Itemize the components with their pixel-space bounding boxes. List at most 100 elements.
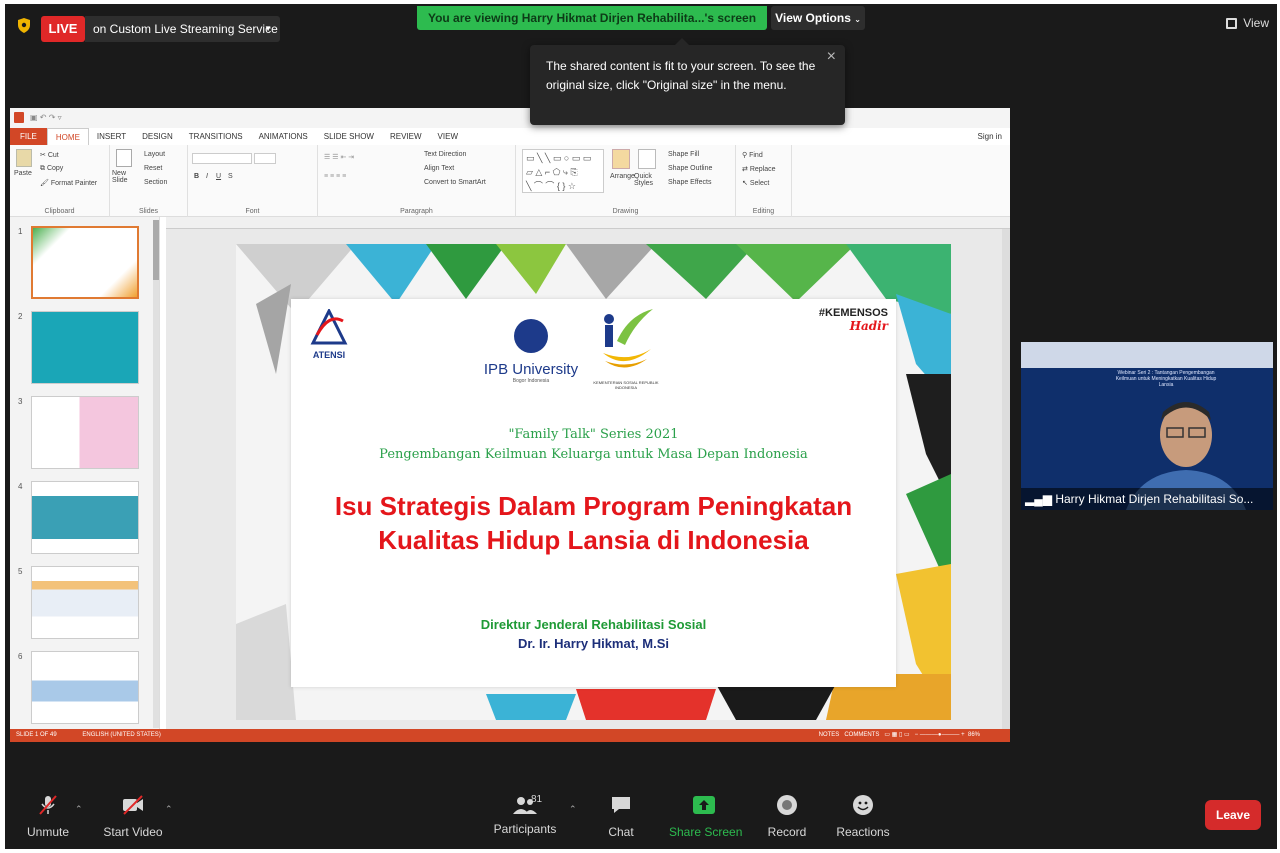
chat-button[interactable]: Chat	[603, 794, 639, 839]
view-mode-icons[interactable]: ▭ ▦ ▯ ▭	[884, 732, 909, 738]
bullets-icon[interactable]: ☰ ☰ ⇤ ⇥	[324, 153, 354, 161]
shape-fill-button[interactable]: Shape Fill	[668, 151, 699, 158]
chat-bubble-icon	[612, 797, 630, 813]
clipboard-group: Paste ✂ Cut ⧉ Copy 🖌 Format Painter Clip…	[10, 145, 110, 217]
slide-thumbnail-3[interactable]	[31, 396, 139, 469]
reactions-label: Reactions	[836, 825, 890, 839]
webinar-banner	[1021, 342, 1273, 368]
tab-view[interactable]: VIEW	[430, 128, 466, 145]
ppt-title-bar: ▣ ↶ ↷ ▿	[10, 108, 1010, 128]
slides-group: New Slide Layout Reset Section Slides	[110, 145, 188, 217]
cut-button[interactable]: ✂ Cut	[40, 151, 59, 159]
view-button[interactable]: View	[1226, 16, 1269, 30]
shapes-gallery[interactable]: ▭ ╲ ╲ ▭ ○ ▭ ▭ ▱ △ ⌐ ⬠ ⤷ ⎘ ╲ ⌒ ⌒ { } ☆	[522, 149, 604, 193]
participants-button[interactable]: 81 Participants	[491, 794, 559, 836]
kemensos-mark-icon	[603, 309, 653, 368]
slide-editing-area: ATENSI IPB University Bogor Indonesia KE…	[166, 229, 1010, 729]
quick-styles-button[interactable]: Quick Styles	[634, 173, 662, 187]
view-options-button[interactable]: View Options ⌄	[771, 6, 865, 30]
tab-review[interactable]: REVIEW	[382, 128, 430, 145]
align-icons[interactable]: ≡ ≡ ≡ ≡	[324, 173, 346, 180]
share-screen-button[interactable]: Share Screen	[669, 794, 742, 839]
underline-button[interactable]: U	[216, 173, 221, 180]
italic-button[interactable]: I	[206, 173, 208, 180]
convert-smartart-button[interactable]: Convert to SmartArt	[424, 179, 486, 186]
tab-slide-show[interactable]: SLIDE SHOW	[316, 128, 382, 145]
new-slide-button[interactable]: New Slide	[112, 170, 140, 184]
tab-animations[interactable]: ANIMATIONS	[251, 128, 316, 145]
tab-design[interactable]: DESIGN	[134, 128, 181, 145]
thumbnails-scrollbar[interactable]	[153, 220, 159, 728]
viewing-screen-banner: You are viewing Harry Hikmat Dirjen Reha…	[417, 6, 767, 30]
slide-thumbnail-4[interactable]	[31, 481, 139, 554]
chevron-up-icon[interactable]: ⌃	[569, 804, 577, 815]
ipb-logo: IPB University Bogor Indonesia	[481, 319, 581, 384]
copy-button[interactable]: ⧉ Copy	[40, 165, 63, 173]
reactions-button[interactable]: Reactions	[835, 794, 891, 839]
ppt-ribbon: Paste ✂ Cut ⧉ Copy 🖌 Format Painter Clip…	[10, 145, 1010, 217]
slide-thumbnail-1[interactable]	[31, 226, 139, 299]
slide-title-line-1: Isu Strategis Dalam Program Peningkatan	[334, 491, 853, 521]
fit-screen-tooltip: The shared content is fit to your screen…	[530, 38, 845, 125]
slide-thumbnails-pane: 1 2 3 4 5 6	[10, 217, 160, 729]
chevron-up-icon[interactable]: ⌃	[165, 804, 173, 815]
security-shield-icon[interactable]	[18, 18, 30, 33]
slide-scrollbar[interactable]	[1002, 229, 1010, 729]
slide-thumbnail-6[interactable]	[31, 651, 139, 724]
close-icon[interactable]: ×	[827, 47, 836, 66]
participants-count: 81	[531, 794, 543, 805]
zoom-level: 86%	[967, 732, 980, 738]
tab-insert[interactable]: INSERT	[89, 128, 134, 145]
align-text-button[interactable]: Align Text	[424, 165, 454, 172]
slide-content-card: ATENSI IPB University Bogor Indonesia KE…	[291, 299, 896, 687]
slide-thumbnail-5[interactable]	[31, 566, 139, 639]
layout-button[interactable]: Layout	[144, 151, 165, 158]
sign-in-link[interactable]: Sign in	[970, 128, 1010, 145]
slide-title-line-2: Kualitas Hidup Lansia di Indonesia	[378, 525, 809, 555]
comments-button[interactable]: COMMENTS	[844, 732, 879, 738]
tab-file[interactable]: FILE	[10, 128, 47, 145]
format-painter-button[interactable]: 🖌 Format Painter	[40, 179, 97, 187]
tab-transitions[interactable]: TRANSITIONS	[181, 128, 251, 145]
slide-presenter-name: Dr. Ir. Harry Hikmat, M.Si	[517, 636, 669, 651]
participant-video-tile[interactable]: Webinar Seri 2 : Tantangan Pengembangan …	[1021, 342, 1273, 510]
start-video-button[interactable]: Start Video	[103, 794, 163, 839]
shared-screen-powerpoint: ▣ ↶ ↷ ▿ FILE HOME INSERT DESIGN TRANSITI…	[10, 108, 1010, 742]
grid-view-icon	[1226, 17, 1238, 29]
notes-button[interactable]: NOTES	[819, 732, 840, 738]
unmute-button[interactable]: Unmute	[23, 794, 73, 839]
chevron-up-icon[interactable]: ⌃	[75, 804, 83, 815]
thumb-number: 4	[18, 482, 23, 491]
shape-effects-button[interactable]: Shape Effects	[668, 179, 711, 186]
record-button[interactable]: Record	[765, 794, 809, 839]
strikethrough-button[interactable]: S	[228, 173, 233, 180]
live-badge[interactable]: LIVE	[41, 16, 85, 42]
zoom-slider[interactable]: − ———●——— +	[915, 732, 965, 738]
section-button[interactable]: Section	[144, 179, 167, 186]
microphone-muted-icon	[39, 795, 57, 815]
shape-outline-button[interactable]: Shape Outline	[668, 165, 712, 172]
text-direction-button[interactable]: Text Direction	[424, 151, 466, 158]
find-button[interactable]: ⚲ Find	[742, 151, 763, 159]
tab-home[interactable]: HOME	[46, 127, 89, 146]
slide-count: SLIDE 1 OF 49	[16, 732, 57, 738]
replace-button[interactable]: ⇄ Replace	[742, 165, 776, 173]
drawing-group-label: Drawing	[612, 208, 639, 215]
font-size-input[interactable]	[254, 153, 276, 164]
font-name-input[interactable]	[192, 153, 252, 164]
scroll-thumb[interactable]	[153, 220, 159, 280]
paste-button[interactable]: Paste	[14, 170, 32, 177]
thumb-number: 1	[18, 227, 23, 236]
arrange-button[interactable]: Arrange	[610, 173, 635, 180]
select-button[interactable]: ↖ Select	[742, 179, 769, 187]
bold-button[interactable]: B	[194, 173, 199, 180]
reset-button[interactable]: Reset	[144, 165, 162, 172]
new-slide-icon	[116, 149, 132, 167]
replace-icon: ⇄	[742, 166, 748, 173]
current-slide[interactable]: ATENSI IPB University Bogor Indonesia KE…	[236, 244, 951, 720]
live-stream-dropdown[interactable]: on Custom Live Streaming Service ▼	[85, 16, 280, 42]
leave-button[interactable]: Leave	[1205, 800, 1261, 830]
slide-thumbnail-2[interactable]	[31, 311, 139, 384]
replace-label: Replace	[749, 166, 776, 173]
quick-styles-icon	[638, 149, 656, 169]
